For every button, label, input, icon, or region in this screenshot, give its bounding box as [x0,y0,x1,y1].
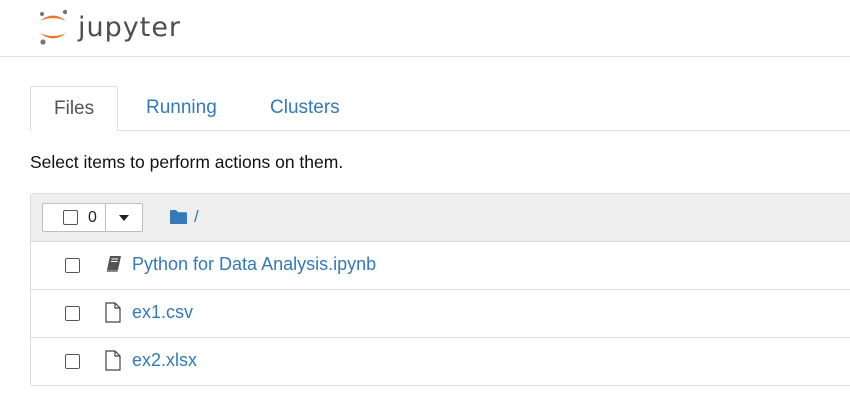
item-link[interactable]: ex1.csv [132,302,193,323]
selected-count: 0 [88,208,97,226]
item-checkbox[interactable] [65,306,80,321]
instructions-text: Select items to perform actions on them. [30,152,344,172]
tab-files[interactable]: Files [30,86,119,131]
jupyter-logo[interactable]: jupyter [36,5,181,49]
file-icon [104,350,122,376]
select-button-group: 0 [42,203,143,232]
item-link[interactable]: Python for Data Analysis.ipynb [132,254,376,275]
jupyter-logo-icon [40,9,68,45]
breadcrumb-root-link[interactable]: / [194,207,199,227]
notebook-icon [104,254,124,279]
file-list-header: 0 / [31,194,850,242]
list-item[interactable]: ex1.csv [31,290,850,338]
header: jupyter [0,0,850,57]
item-link[interactable]: ex2.xlsx [132,350,197,371]
select-all-checkbox[interactable] [63,210,78,225]
jupyter-wordmark: jupyter [78,11,182,43]
list-item[interactable]: Python for Data Analysis.ipynb [31,242,850,290]
tab-clusters[interactable]: Clusters [247,86,363,130]
item-checkbox[interactable] [65,258,80,273]
folder-icon[interactable] [169,209,188,225]
list-item[interactable]: ex2.xlsx [31,338,850,385]
tab-running[interactable]: Running [123,86,240,130]
select-dropdown-button[interactable] [106,204,142,231]
caret-down-icon [118,214,129,221]
select-all-button[interactable]: 0 [43,204,106,231]
item-checkbox[interactable] [65,354,80,369]
breadcrumb: / [169,207,199,227]
file-list: 0 / Python for Data Analysis.ipynb ex1.c… [30,193,850,386]
file-icon [104,302,122,328]
main-tabs: Files Running Clusters [30,86,850,131]
